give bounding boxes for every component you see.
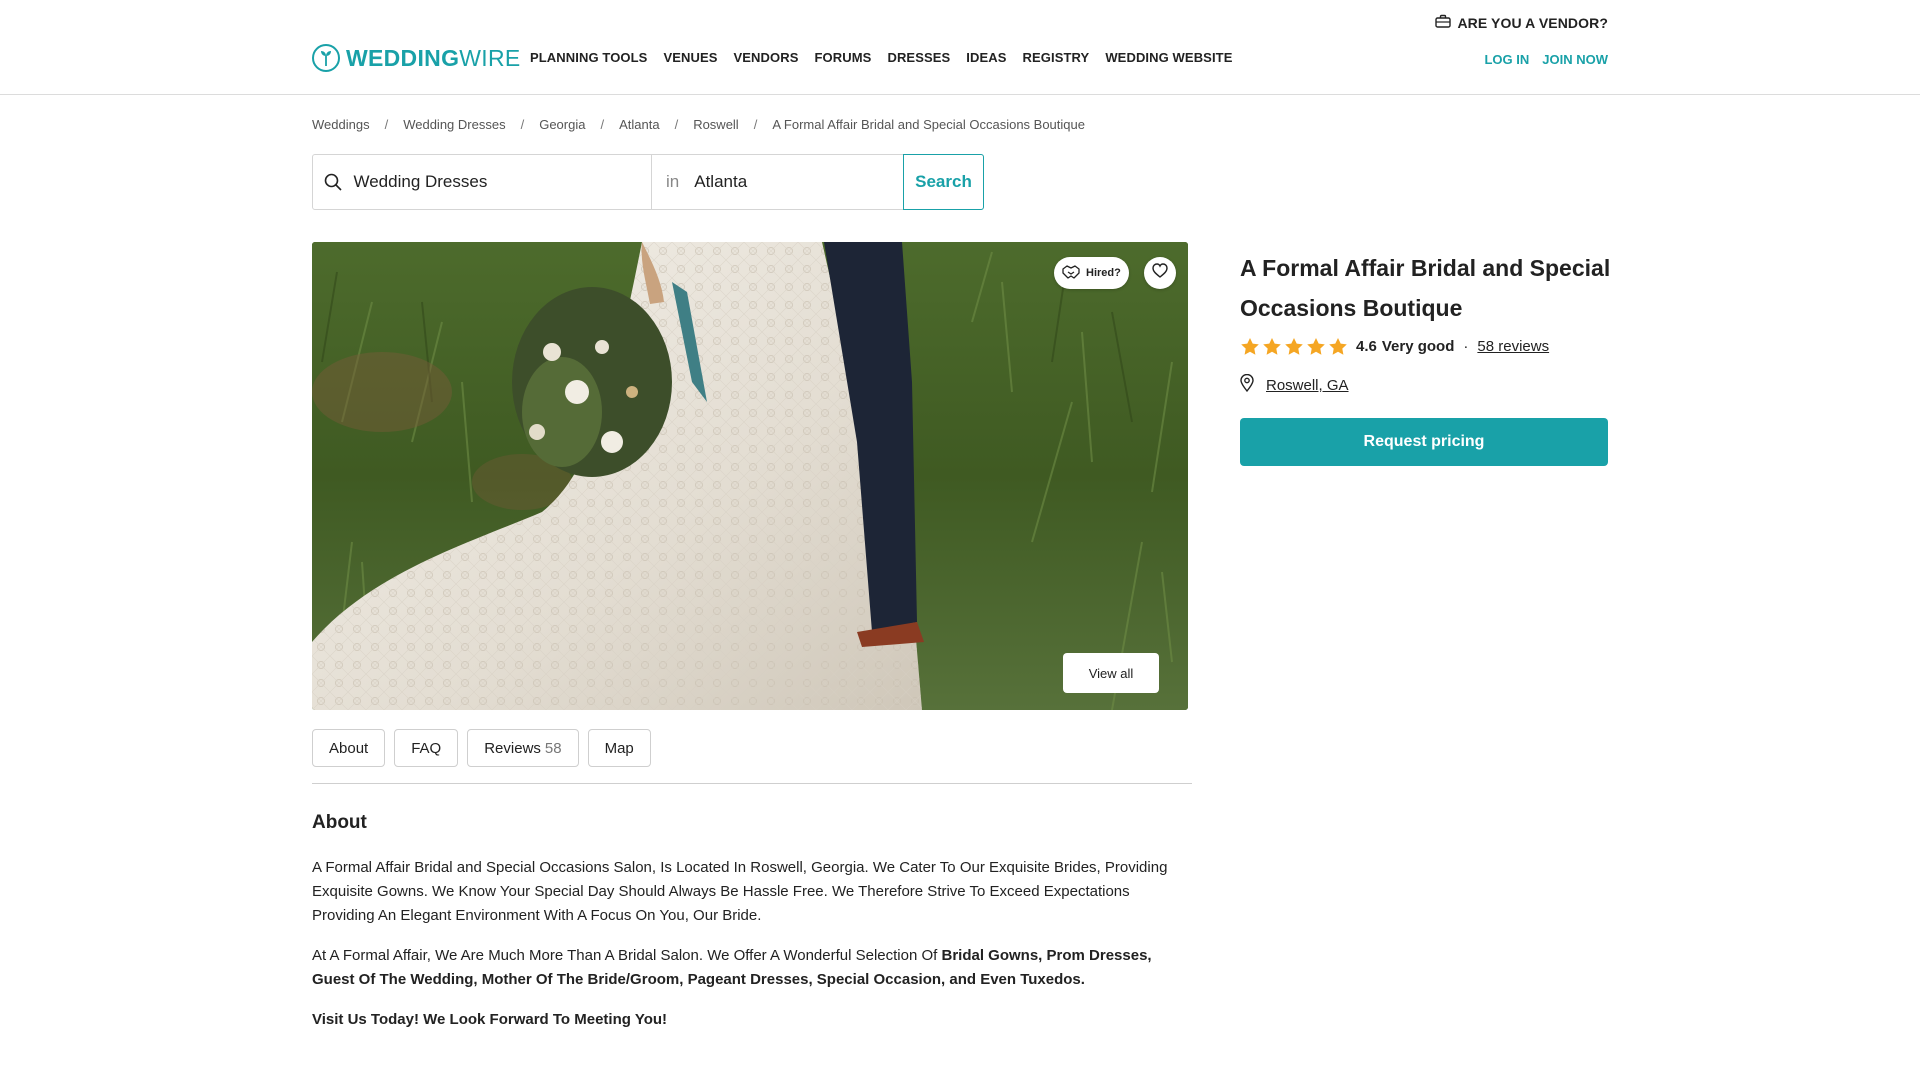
breadcrumb-separator: / bbox=[753, 117, 758, 132]
breadcrumb-separator: / bbox=[600, 117, 605, 132]
breadcrumb-separator: / bbox=[520, 117, 525, 132]
nav-planning-tools[interactable]: PLANNING TOOLS bbox=[530, 50, 647, 65]
tab-label: About bbox=[329, 739, 369, 757]
request-pricing-button[interactable]: Request pricing bbox=[1240, 418, 1608, 466]
rating-score: 4.6 bbox=[1356, 338, 1377, 355]
weddingwire-logo[interactable]: WEDDINGWIRE bbox=[312, 44, 521, 72]
logo-icon bbox=[312, 44, 340, 72]
rating-label: Very good bbox=[1381, 338, 1455, 355]
are-you-a-vendor-link[interactable]: ARE YOU A VENDOR? bbox=[1435, 14, 1608, 31]
site-header: ARE YOU A VENDOR? WEDDINGWIRE PLANNING T… bbox=[0, 0, 1920, 95]
rating-separator: · bbox=[1463, 338, 1469, 355]
heart-icon bbox=[1152, 263, 1168, 283]
vendor-link-label: ARE YOU A VENDOR? bbox=[1457, 14, 1608, 31]
tab-label: Reviews bbox=[484, 739, 541, 757]
tab-faq[interactable]: FAQ bbox=[394, 729, 459, 767]
view-all-photos-button[interactable]: View all bbox=[1063, 653, 1159, 693]
breadcrumb: Weddings / Wedding Dresses / Georgia / A… bbox=[312, 117, 1085, 132]
breadcrumb-current: A Formal Affair Bridal and Special Occas… bbox=[772, 117, 1085, 132]
about-paragraph-2: At A Formal Affair, We Are Much More Tha… bbox=[312, 947, 1152, 988]
breadcrumb-separator: / bbox=[674, 117, 679, 132]
vendor-photo-gallery[interactable]: Hired? View all bbox=[312, 242, 1188, 710]
search-location-field: in bbox=[652, 155, 903, 209]
about-paragraph-1: A Formal Affair Bridal and Special Occas… bbox=[312, 859, 1168, 924]
nav-dresses[interactable]: DRESSES bbox=[887, 50, 950, 65]
tab-label: Map bbox=[604, 739, 634, 757]
star-icon bbox=[1241, 338, 1259, 355]
vendor-title: A Formal Affair Bridal and Special Occas… bbox=[1240, 255, 1611, 321]
reviews-count: 58 bbox=[544, 739, 562, 757]
star-icon bbox=[1329, 338, 1347, 355]
nav-ideas[interactable]: IDEAS bbox=[966, 50, 1006, 65]
breadcrumb-weddings[interactable]: Weddings bbox=[312, 117, 370, 132]
nav-registry[interactable]: REGISTRY bbox=[1023, 50, 1090, 65]
search-button[interactable]: Search bbox=[903, 154, 984, 210]
nav-wedding-website[interactable]: WEDDING WEBSITE bbox=[1105, 50, 1232, 65]
search-bar: in Search bbox=[312, 154, 984, 210]
auth-links: LOG IN JOIN NOW bbox=[1484, 52, 1608, 67]
main-nav: PLANNING TOOLS VENUES VENDORS FORUMS DRE… bbox=[530, 50, 1232, 65]
wedding-photo bbox=[312, 242, 1188, 710]
login-link[interactable]: LOG IN bbox=[1484, 52, 1529, 67]
handshake-icon bbox=[1062, 264, 1080, 283]
star-icon bbox=[1307, 338, 1325, 355]
star-icon bbox=[1285, 338, 1303, 355]
breadcrumb-wedding-dresses[interactable]: Wedding Dresses bbox=[403, 117, 505, 132]
hired-button[interactable]: Hired? bbox=[1054, 257, 1129, 289]
search-category-field bbox=[313, 155, 652, 209]
tab-reviews[interactable]: Reviews 58 bbox=[467, 729, 579, 767]
reviews-link[interactable]: 58 reviews bbox=[1477, 338, 1549, 355]
tab-map[interactable]: Map bbox=[587, 729, 651, 767]
star-icon bbox=[1263, 338, 1281, 355]
breadcrumb-separator: / bbox=[384, 117, 389, 132]
favorite-button[interactable] bbox=[1144, 257, 1176, 289]
search-in-label: in bbox=[666, 172, 680, 191]
tab-label: FAQ bbox=[411, 739, 442, 757]
vendor-location: Roswell, GA bbox=[1240, 373, 1349, 396]
nav-venues[interactable]: VENUES bbox=[663, 50, 717, 65]
search-icon bbox=[313, 173, 353, 191]
about-paragraph-3: Visit Us Today! We Look Forward To Meeti… bbox=[312, 1011, 668, 1028]
nav-vendors[interactable]: VENDORS bbox=[734, 50, 799, 65]
location-link[interactable]: Roswell, GA bbox=[1266, 377, 1349, 394]
breadcrumb-atlanta[interactable]: Atlanta bbox=[619, 117, 659, 132]
section-tabs: About FAQ Reviews 58 Map bbox=[312, 729, 651, 767]
logo-wordmark: WEDDINGWIRE bbox=[346, 44, 521, 71]
vendor-rating: 4.6 Very good · 58 reviews bbox=[1240, 337, 1549, 356]
briefcase-icon bbox=[1435, 14, 1452, 31]
breadcrumb-georgia[interactable]: Georgia bbox=[539, 117, 585, 132]
about-text: A Formal Affair Bridal and Special Occas… bbox=[312, 856, 1192, 1048]
map-pin-icon bbox=[1240, 373, 1254, 396]
breadcrumb-roswell[interactable]: Roswell bbox=[693, 117, 739, 132]
hired-label: Hired? bbox=[1086, 267, 1121, 279]
join-now-link[interactable]: JOIN NOW bbox=[1542, 52, 1608, 67]
search-category-input[interactable] bbox=[353, 172, 651, 192]
divider bbox=[312, 783, 1192, 784]
tab-about[interactable]: About bbox=[312, 729, 386, 767]
nav-forums[interactable]: FORUMS bbox=[815, 50, 872, 65]
about-heading: About bbox=[312, 812, 367, 833]
rating-stars bbox=[1240, 337, 1348, 356]
search-location-input[interactable] bbox=[694, 172, 903, 192]
